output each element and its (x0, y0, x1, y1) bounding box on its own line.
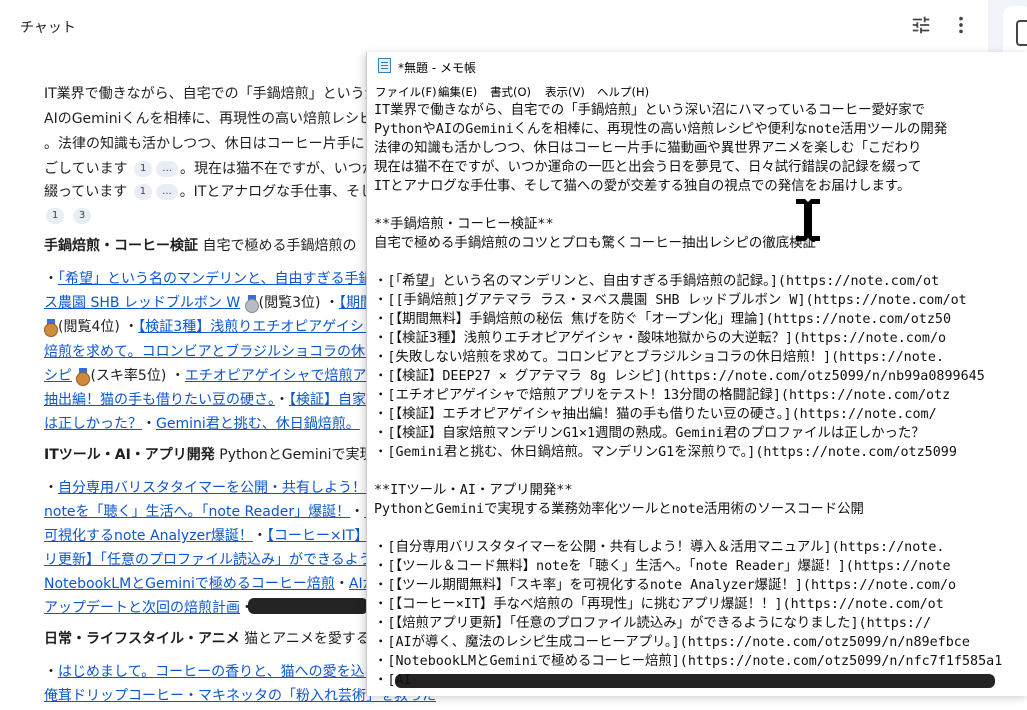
redaction-scribble (395, 674, 995, 688)
list-item: は正しかった？・Gemini君と挑む、休日鍋焙煎。 (44, 416, 360, 432)
menu-view[interactable]: 表示(V) (545, 84, 585, 100)
article-link[interactable]: 焙煎を求めて。コロンビアとブラジルショコラの休日焙 (44, 344, 393, 360)
menu-help[interactable]: ヘルプ(H) (597, 84, 649, 100)
text-cursor-icon (796, 199, 820, 241)
bronze-medal-icon (44, 319, 58, 337)
citation-chip[interactable]: 1 (133, 184, 153, 200)
article-link[interactable]: 「希望」という名のマンデリンと、自由すぎる手鍋焙煎 (58, 271, 400, 287)
article-link[interactable]: 【コーヒー×IT】 (267, 528, 368, 544)
notepad-text-line: PythonとGeminiで実現する業務効率化ツールとnote活用術のソースコー… (374, 502, 864, 517)
list-item: アップデートと次回の焙煎計画・ (44, 600, 254, 616)
notepad-menubar: ファイル(F) 編集(E) 書式(O) 表示(V) ヘルプ(H) (367, 82, 1027, 100)
section-heading: ITツール・AI・アプリ開発 PythonとGeminiで実現 (44, 447, 374, 463)
article-link[interactable]: シピ (44, 368, 72, 384)
notepad-text-line: 現在は猫不在ですが、いつか運命の一匹と出会う日を夢見て、日々試行錯誤の記録を綴っ… (374, 160, 922, 175)
more-vert-icon[interactable] (950, 14, 972, 36)
notepad-text-line: ・[【コーヒー×IT】手なべ焙煎の「再現性」に挑むアプリ爆誕！！](https:… (374, 597, 944, 612)
notepad-text-line: ITとアナログな手仕事、そして猫への愛が交差する独自の視点での発信をお届けします… (374, 179, 911, 194)
section-heading: 日常・ライフスタイル・アニメ 猫とアニメを愛するIT会 (44, 631, 397, 647)
list-item: 抽出編！猫の手も借りたい豆の硬さ。・【検証】自家 (44, 392, 366, 408)
notepad-text-line: ・[AIが導く、魔法のレシピ生成コーヒーアプリ。](https://note.c… (374, 635, 970, 650)
silver-medal-icon (244, 295, 259, 313)
chat-text-line: 。法律の知識も活かしつつ、休日はコーヒー片手に (44, 136, 365, 152)
list-item: ・「希望」という名のマンデリンと、自由すぎる手鍋焙煎 (44, 271, 401, 287)
notepad-text-line: ・[【ツール＆コード無料】noteを「聴く」生活へ。「note Reader」爆… (374, 559, 951, 574)
notepad-titlebar[interactable]: *無題 - メモ帳 (367, 52, 1027, 80)
article-link[interactable]: アップデートと次回の焙煎計画 (44, 600, 240, 616)
notepad-window: *無題 - メモ帳 ファイル(F) 編集(E) 書式(O) 表示(V) ヘルプ(… (366, 52, 1027, 696)
notepad-text-line: ・[Gemini君と挑む、休日鍋焙煎。マンデリンG1を深煎りで。](https:… (374, 445, 957, 460)
notepad-text-line: ・[【検証】自家焙煎マンデリンG1×1週間の熟成。Gemini君のプロファイルは… (374, 426, 925, 441)
article-link[interactable]: NotebookLMとGeminiで極めるコーヒー焙煎 (44, 576, 335, 592)
article-link[interactable]: Gemini君と挑む、休日鍋焙煎。 (156, 416, 360, 432)
citation-chip[interactable]: 1 (46, 208, 65, 224)
article-link[interactable]: 可視化するnote Analyzer爆誕！ (44, 528, 253, 544)
list-item: (閲覧4位) ・【検証3種】浅煎りエチオピアゲイシャ (44, 315, 378, 341)
tune-icon[interactable] (910, 14, 932, 36)
notepad-text-line: ・[【焙煎アプリ更新】「任意のプロファイル読込み」ができるようになりました](h… (374, 616, 932, 631)
article-link[interactable]: エチオピアゲイシャで焙煎アプリ (185, 368, 395, 384)
chat-header: チャット (0, 0, 988, 52)
chat-text-line: ごしています 1... 。現在は猫不在ですが、いつか (44, 161, 376, 177)
notepad-text-line: ・[【期間無料】手鍋焙煎の秘伝 焦げを防ぐ「オープン化」理論](https://… (374, 312, 952, 327)
chat-text-line: AIのGeminiくんを相棒に、再現性の高い焙煎レシピ (44, 111, 374, 127)
article-link[interactable]: noteを「聴く」生活へ。「note Reader」爆誕！ (44, 504, 350, 520)
list-item: NotebookLMとGeminiで極めるコーヒー焙煎・AIが (44, 576, 377, 592)
notepad-text-line: ・[【検証】DEEP27 × グアテマラ 8g レシピ](https://not… (374, 369, 985, 384)
menu-edit[interactable]: 編集(E) (438, 84, 477, 100)
notepad-text-line: ・[失敗しない焙煎を求めて。コロンビアとブラジルショコラの休日焙煎！](http… (374, 350, 944, 365)
article-link[interactable]: 自分専用バリスタタイマーを公開・共有しよう！導入 (58, 480, 394, 496)
article-link[interactable]: リ更新】「任意のプロファイル読込み」ができるように (44, 552, 387, 568)
list-item: ・はじめまして。コーヒーの香りと、猫への愛を込めて。 (44, 664, 407, 680)
notepad-title: *無題 - メモ帳 (398, 61, 476, 75)
list-item: リ更新】「任意のプロファイル読込み」ができるように (44, 548, 387, 574)
section-heading: 手鍋焙煎・コーヒー検証 自宅で極める手鍋焙煎の (44, 238, 357, 254)
notepad-text-line: **ITツール・AI・アプリ開発** (374, 483, 573, 498)
citation-more-chip[interactable]: ... (156, 161, 178, 177)
list-item: noteを「聴く」生活へ。「note Reader」爆誕！・【 (44, 500, 371, 526)
bronze-medal-icon (76, 368, 91, 386)
citation-more-chip[interactable]: ... (156, 184, 178, 200)
menu-file[interactable]: ファイル(F) (375, 84, 437, 100)
article-link[interactable]: 【検証】自家 (289, 392, 366, 408)
list-item: 焙煎を求めて。コロンビアとブラジルショコラの休日焙 (44, 340, 393, 366)
citation-chip[interactable]: 3 (72, 208, 92, 224)
notepad-text-line: 法律の知識も活かしつつ、休日はコーヒー片手に猫動画や異世界アニメを楽しむ「こだわ… (374, 141, 922, 156)
notepad-text-line: IT業界で働きながら、自宅での「手鍋焙煎」という深い沼にハマっているコーヒー愛好… (374, 103, 926, 118)
notepad-text-line: ・[エチオピアゲイシャで焙煎アプリをテスト！13分間の格闘記録](https:/… (374, 388, 951, 403)
redaction-scribble (248, 598, 368, 614)
chat-text-line: IT業界で働きながら、自宅での「手鍋焙煎」という深 (44, 86, 379, 102)
article-link[interactable]: は正しかった？ (44, 416, 142, 432)
notepad-app-icon (378, 58, 391, 73)
notepad-text-line: ・[【検証】エチオピアゲイシャ抽出編！猫の手も借りたい豆の硬さ。](https:… (374, 407, 937, 422)
menu-format[interactable]: 書式(O) (490, 84, 531, 100)
notepad-text-line: 自宅で極める手鍋焙煎のコツとプロも驚くコーヒー抽出レシピの徹底検証 (374, 236, 816, 251)
article-link[interactable]: 抽出編！猫の手も借りたい豆の硬さ。 (44, 392, 275, 408)
list-item: ・自分専用バリスタタイマーを公開・共有しよう！導入 (44, 480, 394, 496)
list-item: シピ (スキ率5位) ・エチオピアゲイシャで焙煎アプリ (44, 368, 395, 386)
notepad-text-line: ・[[手鍋焙煎]グアテマラ ラス・ヌベス農園 SHB レッドブルボン W](ht… (374, 293, 967, 308)
article-link[interactable]: ス農園 SHB レッドブルボン W (44, 295, 240, 311)
article-link[interactable]: はじめまして。コーヒーの香りと、猫への愛を込めて。 (58, 664, 406, 680)
notepad-text-line: PythonやAIのGeminiくんを相棒に、再現性の高い焙煎レシピや便利なno… (374, 122, 948, 137)
chat-text-line: 1 3 (44, 204, 93, 230)
notepad-text-line: ・[【検証3種】浅煎りエチオピアゲイシャ・酸味地獄からの大逆転？](https:… (374, 331, 947, 346)
list-item: ス農園 SHB レッドブルボン W (閲覧3位) ・【期間 (44, 295, 374, 313)
chat-title: チャット (20, 20, 76, 36)
chat-text-line: 綴っています 1... 。ITとアナログな手仕事、そして (44, 184, 388, 200)
notepad-text-line: ・[NotebookLMとGeminiで極めるコーヒー焙煎](https://n… (374, 654, 1003, 669)
notepad-text-line: ・[自分専用バリスタタイマーを公開・共有しよう！導入＆活用マニュアル](http… (374, 540, 945, 555)
notepad-text-line: ・[「希望」という名のマンデリンと、自由すぎる手鍋焙煎の記録。](https:/… (374, 274, 940, 289)
list-item: 可視化するnote Analyzer爆誕！・【コーヒー×IT】 (44, 528, 369, 544)
notepad-text-area[interactable]: IT業界で働きながら、自宅での「手鍋焙煎」という深い沼にハマっているコーヒー愛好… (374, 101, 1027, 696)
notepad-text-line: ・[【ツール期間無料】「スキ率」を可視化するnote Analyzer爆誕！](… (374, 578, 957, 593)
citation-chip[interactable]: 1 (134, 161, 153, 177)
article-link[interactable]: 【検証3種】浅煎りエチオピアゲイシャ (138, 319, 378, 335)
panel-toggle-icon[interactable] (1016, 20, 1027, 46)
notepad-text-line: **手鍋焙煎・コーヒー検証** (374, 217, 554, 232)
